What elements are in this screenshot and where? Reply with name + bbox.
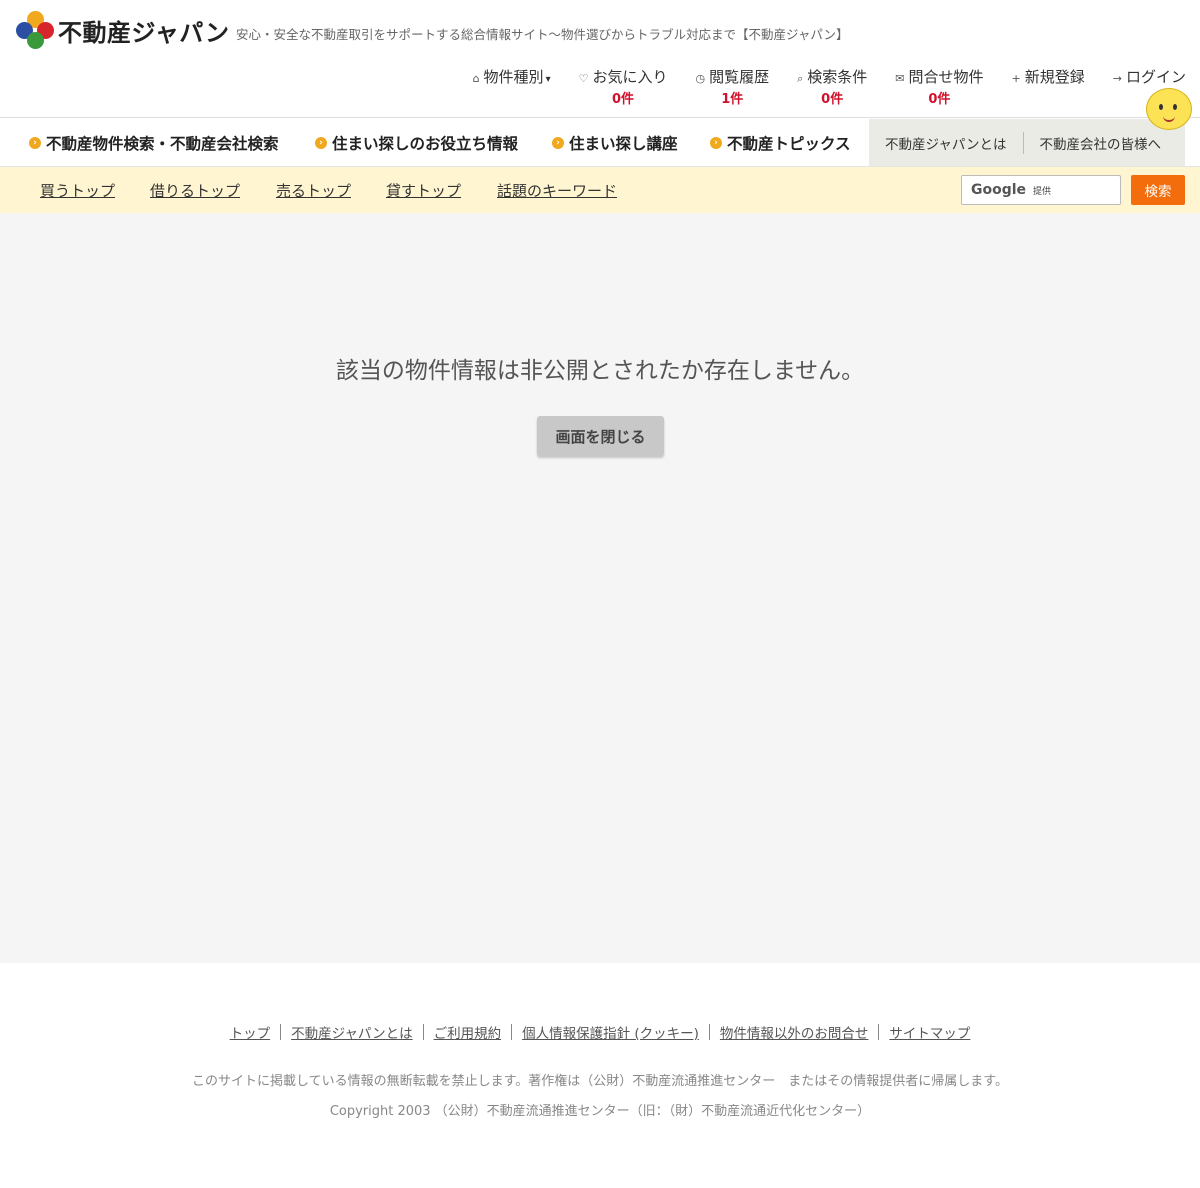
search-icon: ⌕ [797, 72, 804, 85]
history-count: 1件 [721, 92, 744, 107]
link-rent-top[interactable]: 借りるトップ [150, 180, 240, 201]
nav-label: 不動産トピックス [727, 135, 851, 153]
not-found-message: 該当の物件情報は非公開とされたか存在しません。 [335, 358, 865, 384]
mail-icon: ✉ [895, 72, 905, 85]
home-icon: ⌂ [472, 72, 480, 85]
link-buy-top[interactable]: 買うトップ [40, 180, 115, 201]
about-links: 不動産ジャパンとは 不動産会社の皆様へ [869, 119, 1185, 166]
util-inquiries[interactable]: ✉ 問合せ物件 0件 [895, 66, 983, 107]
util-history[interactable]: ◷ 閲覧履歴 1件 [695, 66, 769, 107]
login-icon: → [1112, 72, 1122, 85]
search-button[interactable]: 検索 [1131, 175, 1185, 205]
heart-icon: ♡ [578, 72, 589, 85]
footer-link-about[interactable]: 不動産ジャパンとは [281, 1022, 423, 1042]
main-nav: › 不動産物件検索・不動産会社検索 › 住まい探しのお役立ち情報 › 住まい探し講座 … [0, 119, 1200, 167]
util-label: お気に入り [592, 68, 668, 86]
util-property-type[interactable]: ⌂ 物件種別 ▾ [473, 66, 551, 87]
close-window-button[interactable]: 画面を閉じる [537, 416, 664, 456]
saved-search-count: 0件 [821, 92, 844, 107]
util-favorites[interactable]: ♡ お気に入り 0件 [579, 66, 668, 107]
copyright-text: Copyright 2003 （公財）不動産流通推進センター（旧：（財）不動産流… [329, 1104, 871, 1119]
nav-housing-course[interactable]: › 住まい探し講座 [552, 119, 678, 167]
util-label: 物件種別 [483, 68, 544, 86]
nav-topics[interactable]: › 不動産トピックス [710, 119, 851, 167]
footer-link-top[interactable]: トップ [220, 1022, 281, 1042]
footer-link-sitemap[interactable]: サイトマップ [879, 1022, 980, 1042]
google-logo: Google [971, 182, 1027, 198]
site-logo[interactable]: 不動産ジャパン [16, 11, 230, 49]
caret-down-icon: ▾ [545, 74, 551, 85]
category-bar: 買うトップ 借りるトップ 売るトップ 貸すトップ 話題のキーワード Google… [0, 167, 1200, 213]
footer-link-terms[interactable]: ご利用規約 [424, 1022, 512, 1042]
main-content: 該当の物件情報は非公開とされたか存在しません。 画面を閉じる [0, 213, 1200, 963]
utility-nav: ⌂ 物件種別 ▾ ♡ お気に入り 0件 ◷ 閲覧履歴 1件 ⌕ 検索条件 0件 ✉ 問合せ物… [445, 66, 1186, 107]
inquiries-count: 0件 [928, 92, 951, 107]
link-sell-top[interactable]: 売るトップ [276, 180, 351, 201]
nav-property-search[interactable]: › 不動産物件検索・不動産会社検索 [29, 119, 279, 167]
util-label: 検索条件 [807, 68, 868, 86]
favorites-count: 0件 [612, 92, 635, 107]
site-footer: トップ 不動産ジャパンとは ご利用規約 個人情報保護指針 (クッキー) 物件情報… [0, 963, 1200, 1188]
copyright-notice: このサイトに掲載している情報の無断転載を禁止します。著作権は（公財）不動産流通推… [191, 1074, 1008, 1089]
util-saved-search[interactable]: ⌕ 検索条件 0件 [797, 66, 867, 107]
chevron-right-icon: › [29, 137, 41, 149]
footer-link-privacy[interactable]: 個人情報保護指針 (クッキー) [512, 1022, 709, 1042]
link-about[interactable]: 不動産ジャパンとは [869, 133, 1023, 153]
chevron-right-icon: › [710, 137, 722, 149]
chevron-right-icon: › [315, 137, 327, 149]
nav-useful-info[interactable]: › 住まい探しのお役立ち情報 [315, 119, 518, 167]
logo-mark-icon [16, 11, 54, 49]
site-header: 不動産ジャパン 安心・安全な不動産取引をサポートする総合情報サイト〜物件選びから… [0, 0, 1200, 118]
provided-label: 提供 [1033, 186, 1052, 197]
util-label: ログイン [1125, 68, 1186, 86]
util-label: 問合せ物件 [908, 68, 984, 86]
link-keywords[interactable]: 話題のキーワード [497, 180, 617, 201]
footer-links: トップ 不動産ジャパンとは ご利用規約 個人情報保護指針 (クッキー) 物件情報… [0, 1022, 1200, 1042]
nav-label: 住まい探しのお役立ち情報 [332, 135, 519, 153]
footer-link-contact[interactable]: 物件情報以外のお問合せ [710, 1022, 879, 1042]
util-login[interactable]: → ログイン [1113, 66, 1186, 87]
user-plus-icon: + [1011, 72, 1021, 85]
nav-label: 不動産物件検索・不動産会社検索 [46, 135, 279, 153]
history-icon: ◷ [695, 72, 706, 85]
util-label: 閲覧履歴 [709, 68, 770, 86]
logo-text: 不動産ジャパン [58, 18, 230, 47]
link-for-agents[interactable]: 不動産会社の皆様へ [1024, 133, 1178, 153]
util-register[interactable]: + 新規登録 [1012, 66, 1085, 87]
link-lease-top[interactable]: 貸すトップ [386, 180, 461, 201]
nav-label: 住まい探し講座 [569, 135, 678, 153]
mascot-character-icon [1146, 88, 1192, 130]
site-tagline: 安心・安全な不動産取引をサポートする総合情報サイト〜物件選びからトラブル対応まで… [236, 27, 849, 42]
search-input[interactable]: Google 提供 [961, 175, 1121, 205]
chevron-right-icon: › [552, 137, 564, 149]
util-label: 新規登録 [1024, 68, 1085, 86]
